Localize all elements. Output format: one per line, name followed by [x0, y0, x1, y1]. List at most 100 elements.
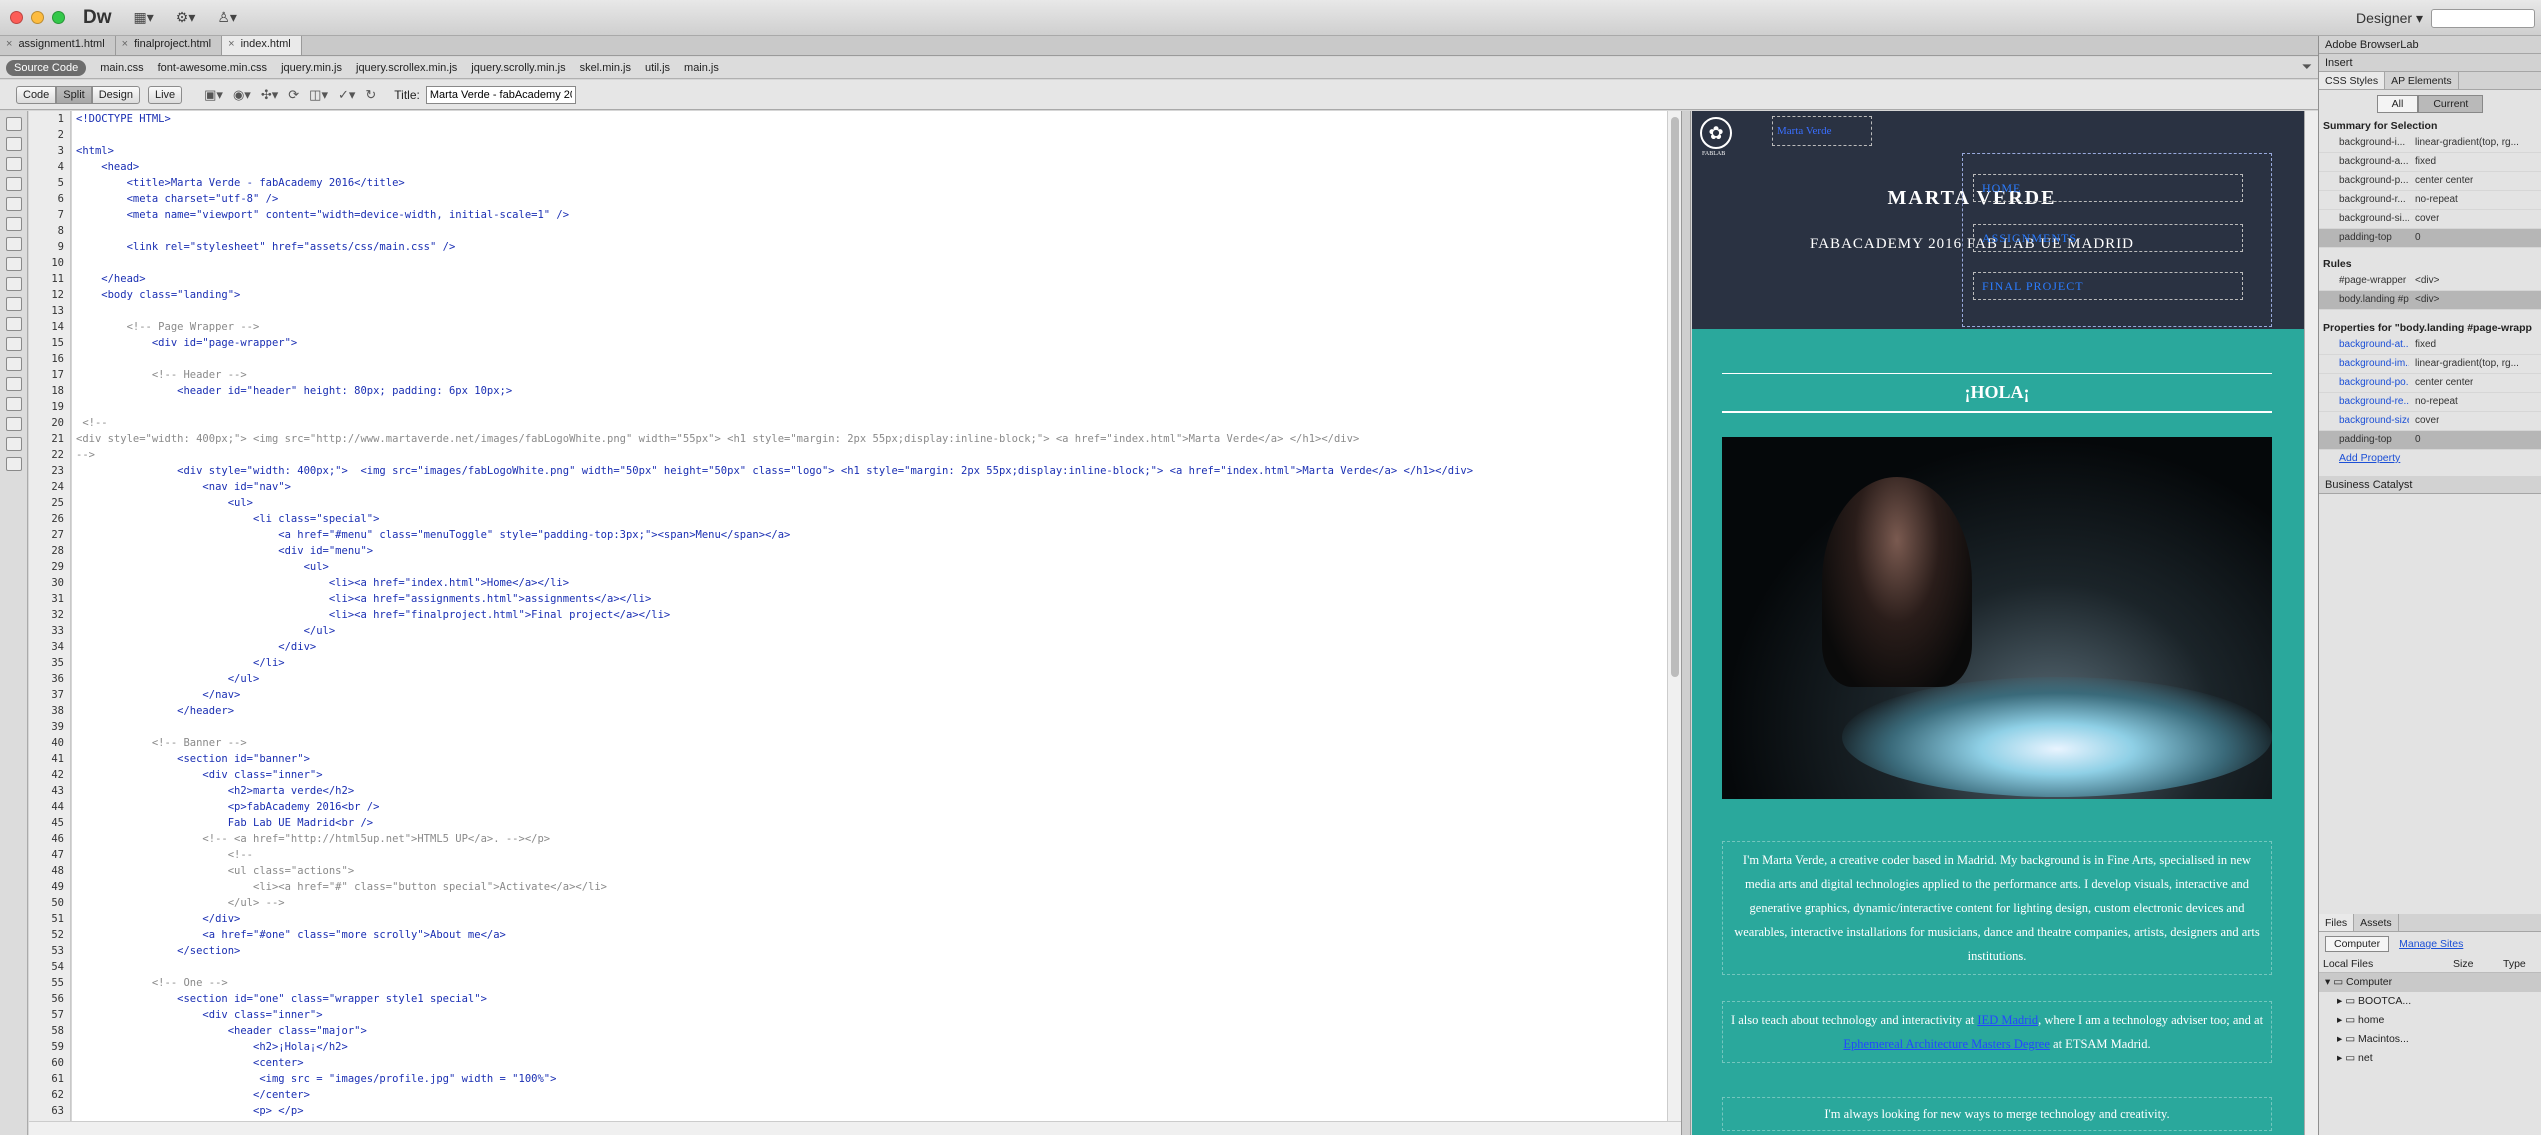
multiscreen-icon[interactable]: ▣▾	[204, 87, 223, 103]
zoom-window-button[interactable]	[52, 11, 65, 24]
code-line[interactable]: <title>Marta Verde - fabAcademy 2016</ti…	[76, 175, 1667, 191]
tree-item[interactable]: ▸ ▭ Macintos...	[2319, 1030, 2541, 1049]
browserlab-panel-header[interactable]: Adobe BrowserLab	[2319, 36, 2541, 54]
summary-row[interactable]: background-r... no-repeat	[2319, 191, 2541, 210]
all-mode-button[interactable]: All	[2376, 95, 2419, 113]
property-row[interactable]: background-re... no-repeat	[2319, 393, 2541, 412]
word-wrap-icon[interactable]	[6, 277, 22, 291]
code-line[interactable]: <a href="#one" class="more scrolly">Abou…	[76, 927, 1667, 943]
tab-css-styles[interactable]: CSS Styles	[2319, 72, 2386, 89]
code-line[interactable]: <a href="#menu" class="menuToggle" style…	[76, 527, 1667, 543]
add-property-link[interactable]: Add Property	[2339, 452, 2400, 464]
code-vertical-scrollbar[interactable]	[1667, 111, 1681, 1121]
document-title-input[interactable]	[425, 85, 576, 104]
design-view[interactable]: ✿ FABLAB Marta Verde MARTA VERDE FABACAD…	[1692, 111, 2318, 1135]
code-line[interactable]: <ul>	[76, 495, 1667, 511]
code-line[interactable]: <!-- One -->	[76, 975, 1667, 991]
menu-item-home[interactable]: HOME	[1973, 174, 2243, 202]
current-mode-button[interactable]: Current	[2418, 95, 2484, 113]
business-catalyst-header[interactable]: Business Catalyst	[2319, 476, 2541, 494]
close-tab-icon[interactable]: ×	[228, 38, 234, 50]
code-line[interactable]: <li><a href="finalproject.html">Final pr…	[76, 607, 1667, 623]
code-line[interactable]: <link rel="stylesheet" href="assets/css/…	[76, 239, 1667, 255]
format-source-icon[interactable]	[6, 457, 22, 471]
close-window-button[interactable]	[10, 11, 23, 24]
tab-ap-elements[interactable]: AP Elements	[2385, 72, 2459, 89]
code-line[interactable]: <!-- Page Wrapper -->	[76, 319, 1667, 335]
menu-item-final-project[interactable]: FINAL PROJECT	[1973, 272, 2243, 300]
tab-files[interactable]: Files	[2319, 914, 2355, 931]
code-line[interactable]: </li>	[76, 655, 1667, 671]
code-line[interactable]: <p> </p>	[76, 1103, 1667, 1119]
doc-tab-index[interactable]: × index.html	[222, 36, 302, 55]
code-line[interactable]: <!-- Banner -->	[76, 735, 1667, 751]
validate-icon[interactable]: ✓▾	[338, 87, 355, 103]
close-tab-icon[interactable]: ×	[122, 38, 128, 50]
site-select[interactable]: Computer	[2325, 936, 2390, 952]
related-file[interactable]: util.js	[645, 62, 670, 74]
code-line[interactable]: <div class="inner">	[76, 1007, 1667, 1023]
tree-item[interactable]: ▾ ▭ Computer	[2319, 973, 2541, 992]
code-line[interactable]: <li><a href="assignments.html">assignmen…	[76, 591, 1667, 607]
code-line[interactable]: </header>	[76, 703, 1667, 719]
open-documents-icon[interactable]	[6, 117, 22, 131]
filter-icon[interactable]: ⏷	[2302, 59, 2312, 75]
code-line[interactable]	[76, 399, 1667, 415]
workspace-switcher[interactable]: Designer ▾	[2356, 10, 2423, 27]
code-line[interactable]: </ul> -->	[76, 895, 1667, 911]
code-line[interactable]: <li class="special">	[76, 511, 1667, 527]
wrap-tag-icon[interactable]	[6, 357, 22, 371]
manage-sites-link[interactable]: Manage Sites	[2399, 938, 2463, 950]
code-line[interactable]	[76, 255, 1667, 271]
collapse-selection-icon[interactable]	[6, 157, 22, 171]
scroll-thumb[interactable]	[1671, 117, 1679, 677]
tree-item[interactable]: ▸ ▭ home	[2319, 1011, 2541, 1030]
summary-row[interactable]: background-si... cover	[2319, 210, 2541, 229]
syntax-error-icon[interactable]	[6, 297, 22, 311]
code-line[interactable]: </nav>	[76, 687, 1667, 703]
preview-browser-icon[interactable]: ◉▾	[233, 87, 251, 103]
code-line[interactable]	[76, 303, 1667, 319]
related-file[interactable]: jquery.scrolly.min.js	[471, 62, 565, 74]
tree-item[interactable]: ▸ ▭ net	[2319, 1049, 2541, 1068]
related-file[interactable]: main.css	[100, 62, 143, 74]
code-line[interactable]: <h2>¡Hola¡</h2>	[76, 1039, 1667, 1055]
code-line[interactable]: <header class="major">	[76, 1023, 1667, 1039]
code-line[interactable]: <section id="banner">	[76, 751, 1667, 767]
code-line[interactable]: <!--	[76, 847, 1667, 863]
related-file[interactable]: jquery.scrollex.min.js	[356, 62, 457, 74]
user-icon[interactable]: ♙▾	[217, 9, 237, 26]
property-row[interactable]: background-im... linear-gradient(top, rg.…	[2319, 355, 2541, 374]
visual-aids-icon[interactable]: ◫▾	[309, 87, 328, 103]
code-line[interactable]: <div id="menu">	[76, 543, 1667, 559]
code-line[interactable]: <ul>	[76, 559, 1667, 575]
select-parent-tag-icon[interactable]	[6, 197, 22, 211]
menu-item-assignments[interactable]: ASSIGNMENTS	[1973, 224, 2243, 252]
doc-tab-finalproject[interactable]: × finalproject.html	[116, 36, 223, 55]
property-row[interactable]: background-po... center center	[2319, 374, 2541, 393]
code-editor[interactable]: <!DOCTYPE HTML> <html> <head> <title>Mart…	[72, 111, 1667, 1121]
layout-icon[interactable]: ▦▾	[134, 9, 154, 26]
tab-assets[interactable]: Assets	[2354, 914, 2399, 931]
code-line[interactable]: <p>fabAcademy 2016<br />	[76, 799, 1667, 815]
code-line[interactable]: <!-- Header -->	[76, 367, 1667, 383]
remove-comment-icon[interactable]	[6, 337, 22, 351]
code-line[interactable]: <li><a href="index.html">Home</a></li>	[76, 575, 1667, 591]
related-file[interactable]: jquery.min.js	[281, 62, 342, 74]
code-line[interactable]: Fab Lab UE Madrid<br />	[76, 815, 1667, 831]
help-search-input[interactable]	[2431, 9, 2535, 28]
code-line[interactable]: <meta name="viewport" content="width=dev…	[76, 207, 1667, 223]
code-line[interactable]: <div style="width: 400px;"> <img src="ht…	[76, 431, 1667, 447]
design-vertical-scrollbar[interactable]	[2304, 111, 2318, 1135]
tree-item[interactable]: ▸ ▭ BOOTCA...	[2319, 992, 2541, 1011]
summary-row[interactable]: background-p... center center	[2319, 172, 2541, 191]
code-line[interactable]: </center>	[76, 1087, 1667, 1103]
browser-check-icon[interactable]: ↻	[365, 87, 376, 103]
code-line[interactable]	[76, 719, 1667, 735]
related-file[interactable]: font-awesome.min.css	[158, 62, 267, 74]
close-tab-icon[interactable]: ×	[6, 38, 12, 50]
summary-row[interactable]: background-i... linear-gradient(top, rg..…	[2319, 134, 2541, 153]
property-row[interactable]: background-at... fixed	[2319, 336, 2541, 355]
code-line[interactable]: </head>	[76, 271, 1667, 287]
line-numbers-icon[interactable]	[6, 237, 22, 251]
